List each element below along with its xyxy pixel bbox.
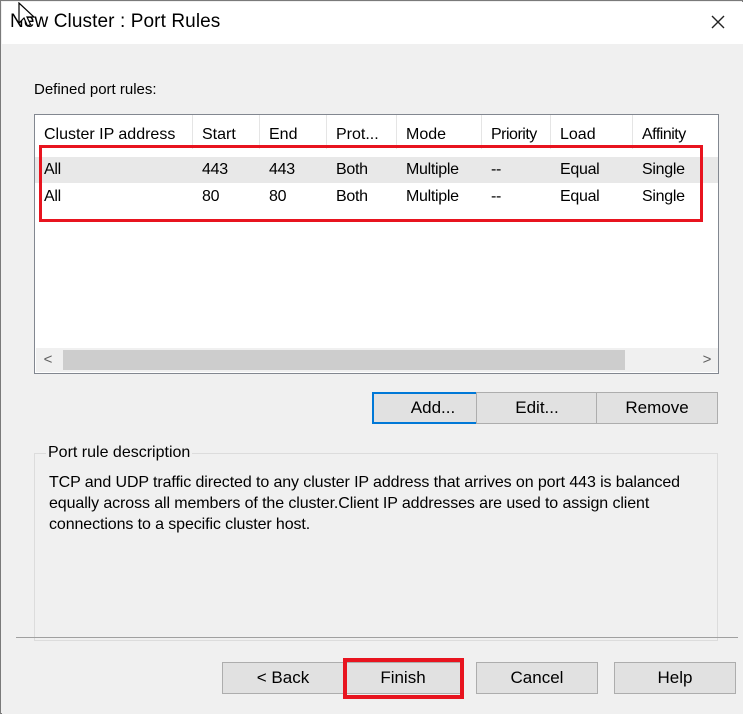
title-bar: New Cluster : Port Rules <box>2 2 743 44</box>
port-rule-description-text: TCP and UDP traffic directed to any clus… <box>49 474 680 533</box>
cell-protocol: Both <box>336 161 368 178</box>
footer-separator <box>16 637 738 638</box>
table-row[interactable]: All 443 443 Both Multiple -- Equal Singl… <box>35 157 718 183</box>
cell-cluster-ip: All <box>44 188 61 205</box>
cell-affinity: Single <box>642 188 685 205</box>
back-button[interactable]: < Back <box>222 662 344 694</box>
column-affinity[interactable]: Affinity <box>633 115 718 149</box>
cell-affinity: Single <box>642 161 685 178</box>
dialog-window: New Cluster : Port Rules Defined port ru… <box>0 0 743 714</box>
cell-start: 80 <box>202 188 220 205</box>
cell-protocol: Both <box>336 188 368 205</box>
cell-load: Equal <box>560 188 600 205</box>
port-rule-description-title: Port rule description <box>46 444 193 462</box>
cell-priority: -- <box>491 188 502 205</box>
finish-button[interactable]: Finish <box>344 662 462 694</box>
column-protocol[interactable]: Prot... <box>327 115 397 149</box>
dialog-body: Defined port rules: Cluster IP address S… <box>2 44 743 714</box>
column-cluster-ip[interactable]: Cluster IP address <box>35 115 193 149</box>
horizontal-scrollbar[interactable]: < > <box>36 348 718 372</box>
cell-mode: Multiple <box>406 188 459 205</box>
cell-end: 80 <box>269 188 287 205</box>
column-priority[interactable]: Priority <box>482 115 551 149</box>
cell-load: Equal <box>560 161 600 178</box>
cell-end: 443 <box>269 161 295 178</box>
scrollbar-thumb[interactable] <box>63 350 625 370</box>
cell-start: 443 <box>202 161 228 178</box>
window-title: New Cluster : Port Rules <box>10 11 221 32</box>
edit-button[interactable]: Edit... <box>476 392 598 424</box>
cell-mode: Multiple <box>406 161 459 178</box>
table-row[interactable]: All 80 80 Both Multiple -- Equal Single <box>35 184 718 210</box>
cell-priority: -- <box>491 161 502 178</box>
column-end[interactable]: End <box>260 115 327 149</box>
cancel-button[interactable]: Cancel <box>476 662 598 694</box>
scroll-left-icon[interactable]: < <box>36 348 60 372</box>
defined-port-rules-label: Defined port rules: <box>34 81 157 98</box>
port-rules-list[interactable]: Cluster IP address Start End Prot... Mod… <box>34 114 719 374</box>
list-header: Cluster IP address Start End Prot... Mod… <box>35 115 718 151</box>
help-button[interactable]: Help <box>614 662 736 694</box>
column-mode[interactable]: Mode <box>397 115 482 149</box>
column-load[interactable]: Load <box>551 115 633 149</box>
cell-cluster-ip: All <box>44 161 61 178</box>
remove-button[interactable]: Remove <box>596 392 718 424</box>
close-icon <box>711 15 725 29</box>
scroll-right-icon[interactable]: > <box>695 348 718 372</box>
column-start[interactable]: Start <box>193 115 260 149</box>
close-button[interactable] <box>697 4 739 40</box>
